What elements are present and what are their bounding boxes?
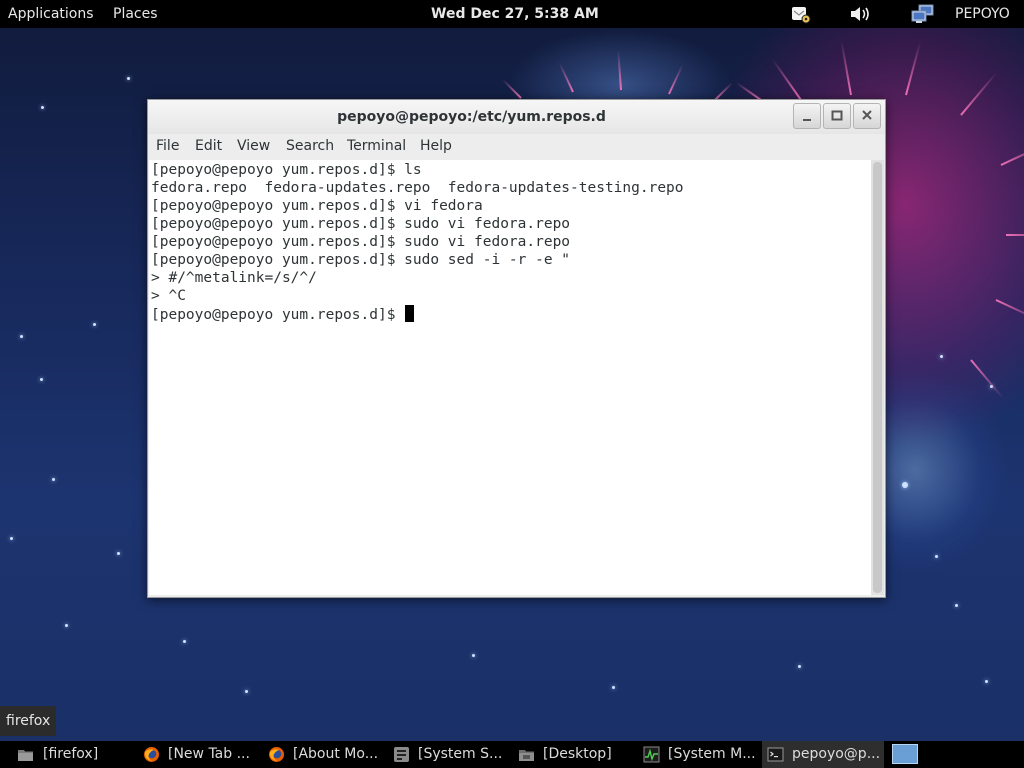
star [940,355,943,358]
firework-spark [617,50,622,91]
top-panel: Applications Places Wed Dec 27, 5:38 AM … [0,0,1024,28]
firework-spark [970,359,1004,399]
firework-spark [1000,140,1024,166]
firework-spark [1006,234,1024,236]
star [935,555,938,558]
taskbar: [firefox] [New Tab ... [About Mo... [Sys… [0,741,1024,768]
menubar: File Edit View Search Terminal Help [148,134,885,159]
menu-view[interactable]: View [237,134,270,159]
menu-search[interactable]: Search [286,134,334,159]
terminal-line: [pepoyo@pepoyo yum.repos.d]$ sudo sed -i… [151,252,571,268]
star [902,482,908,488]
taskbar-item-desktop[interactable]: [Desktop] [515,741,627,768]
firework-spark [995,299,1024,323]
taskbar-item-system-settings[interactable]: [System S... [390,741,505,768]
close-button[interactable] [853,103,881,129]
firework-spark [668,64,684,95]
text-cursor [405,305,415,322]
clock[interactable]: Wed Dec 27, 5:38 AM [431,0,599,28]
notification-icon[interactable] [790,4,812,24]
firework-spark [840,40,852,96]
taskbar-item-terminal[interactable]: pepoyo@p... [762,741,884,768]
taskbar-label: [New Tab ... [168,746,250,762]
terminal-line: > ^C [151,288,186,304]
star [472,654,475,657]
terminal-icon [767,746,784,763]
star [20,335,23,338]
network-icon[interactable] [910,4,934,24]
system-monitor-icon [643,746,660,763]
close-icon [862,110,872,120]
maximize-button[interactable] [823,103,851,129]
tooltip: firefox [0,706,57,736]
taskbar-label: [System M... [668,746,755,762]
terminal-line: [pepoyo@pepoyo yum.repos.d]$ sudo vi fed… [151,234,571,250]
firework-spark [771,58,802,101]
places-menu[interactable]: Places [113,0,158,28]
menu-help[interactable]: Help [420,134,452,159]
scrollbar[interactable] [871,160,884,595]
menu-terminal[interactable]: Terminal [347,134,406,159]
star [65,624,68,627]
star [245,690,248,693]
taskbar-label: [System S... [418,746,503,762]
firefox-icon [268,746,285,763]
firework-spark [558,62,574,93]
workspace-switcher[interactable] [892,744,918,764]
star [40,378,43,381]
user-menu[interactable]: PEPOYO [955,0,1010,28]
applications-menu[interactable]: Applications [8,0,94,28]
star [183,640,186,643]
terminal-window: pepoyo@pepoyo:/etc/yum.repos.d File Edit… [147,99,886,598]
star [93,323,96,326]
terminal-line: [pepoyo@pepoyo yum.repos.d]$ [151,307,405,323]
firefox-icon [143,746,160,763]
settings-icon [393,746,410,763]
taskbar-label: [About Mo... [293,746,379,762]
taskbar-item-firefox-folder[interactable]: [firefox] [14,741,126,768]
star [127,77,130,80]
taskbar-label: pepoyo@p... [792,746,881,762]
terminal-line: > #/^metalink=/s/^/ [151,270,317,286]
firework-spark [735,81,762,101]
terminal-line: [pepoyo@pepoyo yum.repos.d]$ sudo vi fed… [151,216,571,232]
minimize-icon [803,119,811,121]
scrollbar-thumb[interactable] [873,162,882,593]
terminal-line: fedora.repo fedora-updates.repo fedora-u… [151,180,684,196]
terminal-output[interactable]: [pepoyo@pepoyo yum.repos.d]$ ls fedora.r… [149,160,871,595]
folder-icon [518,746,535,763]
window-titlebar[interactable]: pepoyo@pepoyo:/etc/yum.repos.d [148,100,885,134]
terminal-line: [pepoyo@pepoyo yum.repos.d]$ vi fedora [151,198,483,214]
minimize-button[interactable] [793,103,821,129]
maximize-icon [831,110,843,121]
firework-spark [501,78,522,99]
volume-icon[interactable] [848,4,870,24]
firework-spark [960,72,998,116]
star [955,604,958,607]
terminal-text: [pepoyo@pepoyo yum.repos.d]$ ls fedora.r… [151,161,684,324]
folder-icon [17,746,34,763]
star [52,478,55,481]
taskbar-label: [firefox] [43,746,99,762]
star [798,665,801,668]
taskbar-item-about-mozilla[interactable]: [About Mo... [265,741,380,768]
firework-spark [905,41,922,96]
menu-edit[interactable]: Edit [195,134,222,159]
window-title: pepoyo@pepoyo:/etc/yum.repos.d [337,109,606,125]
star [985,680,988,683]
star [612,686,615,689]
taskbar-item-new-tab[interactable]: [New Tab ... [140,741,255,768]
menu-file[interactable]: File [156,134,179,159]
terminal-line: [pepoyo@pepoyo yum.repos.d]$ ls [151,162,422,178]
taskbar-label: [Desktop] [543,746,612,762]
taskbar-item-system-monitor[interactable]: [System M... [640,741,755,768]
star [41,106,44,109]
star [10,537,13,540]
star [117,552,120,555]
